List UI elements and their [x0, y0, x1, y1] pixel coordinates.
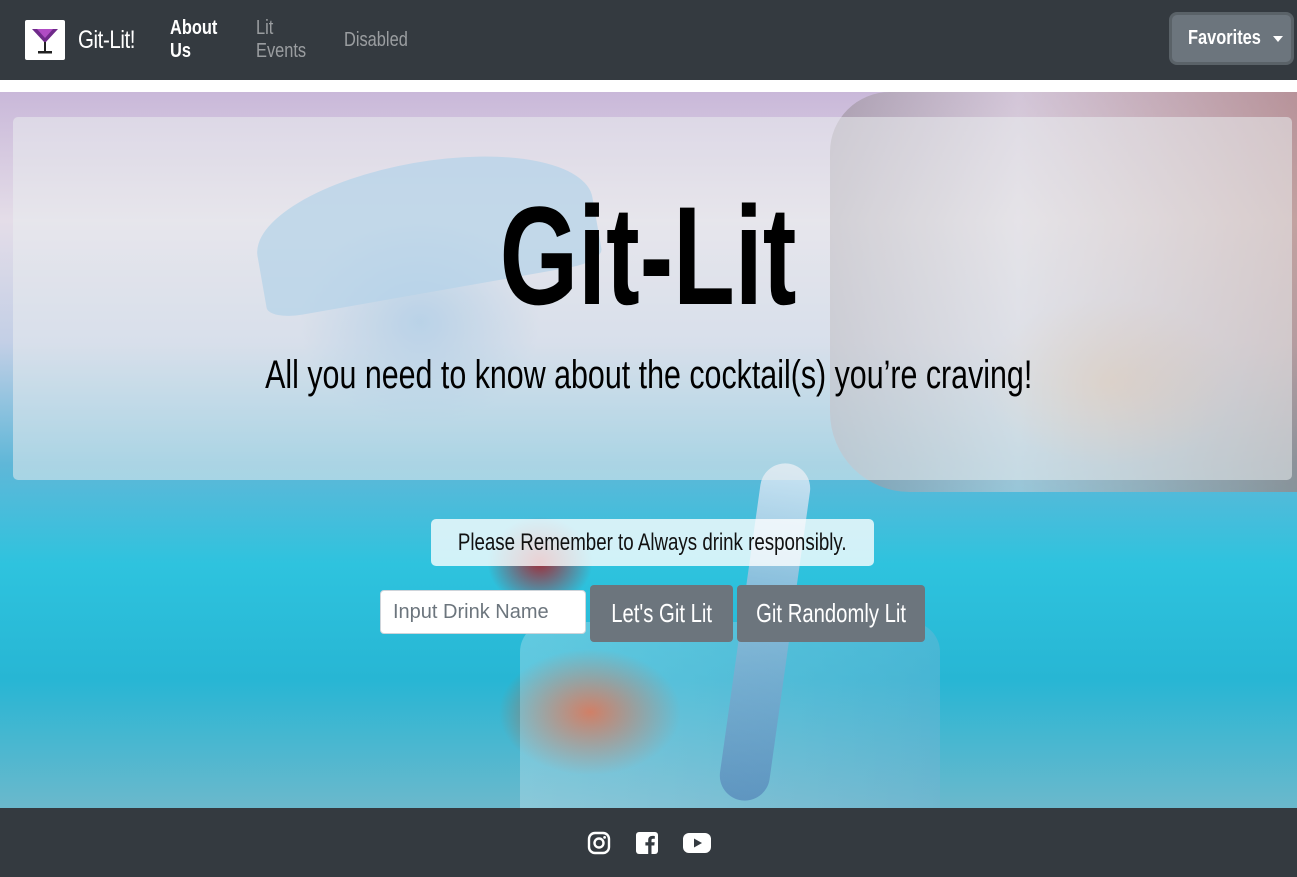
nav-link-disabled: Disabled	[344, 28, 408, 51]
page-subtitle-text: All you need to know about the cocktail(…	[264, 353, 1033, 397]
favorites-label: Favorites	[1188, 27, 1261, 49]
cocktail-glass-icon	[25, 20, 65, 60]
youtube-icon[interactable]	[682, 832, 711, 854]
facebook-icon[interactable]	[635, 831, 659, 855]
glass-shape	[520, 622, 940, 808]
nav-links: About Us Lit Events Disabled	[170, 17, 424, 63]
drink-name-input[interactable]	[380, 590, 586, 634]
search-drink-button-label: Let's Git Lit	[611, 598, 712, 628]
page-title-text: Git-Lit	[500, 177, 797, 334]
footer	[0, 808, 1297, 877]
navbar: Git-Lit! About Us Lit Events Disabled Fa…	[0, 0, 1297, 80]
page-subtitle: All you need to know about the cocktail(…	[0, 350, 1297, 400]
nav-link-about-us[interactable]: About Us	[170, 17, 226, 63]
responsibility-notice: Please Remember to Always drink responsi…	[431, 519, 874, 566]
responsibility-notice-text: Please Remember to Always drink responsi…	[458, 528, 847, 556]
chevron-down-icon	[1272, 35, 1283, 42]
brand-link[interactable]: Git-Lit!	[25, 20, 158, 60]
random-drink-button[interactable]: Git Randomly Lit	[737, 585, 925, 642]
favorites-dropdown-button[interactable]: Favorites	[1172, 15, 1291, 62]
instagram-icon[interactable]	[587, 831, 611, 855]
nav-link-lit-events[interactable]: Lit Events	[256, 17, 313, 63]
page-title: Git-Lit	[0, 186, 1297, 326]
search-drink-button[interactable]: Let's Git Lit	[590, 585, 733, 642]
random-drink-button-label: Git Randomly Lit	[756, 598, 906, 628]
brand-name: Git-Lit!	[78, 25, 136, 54]
